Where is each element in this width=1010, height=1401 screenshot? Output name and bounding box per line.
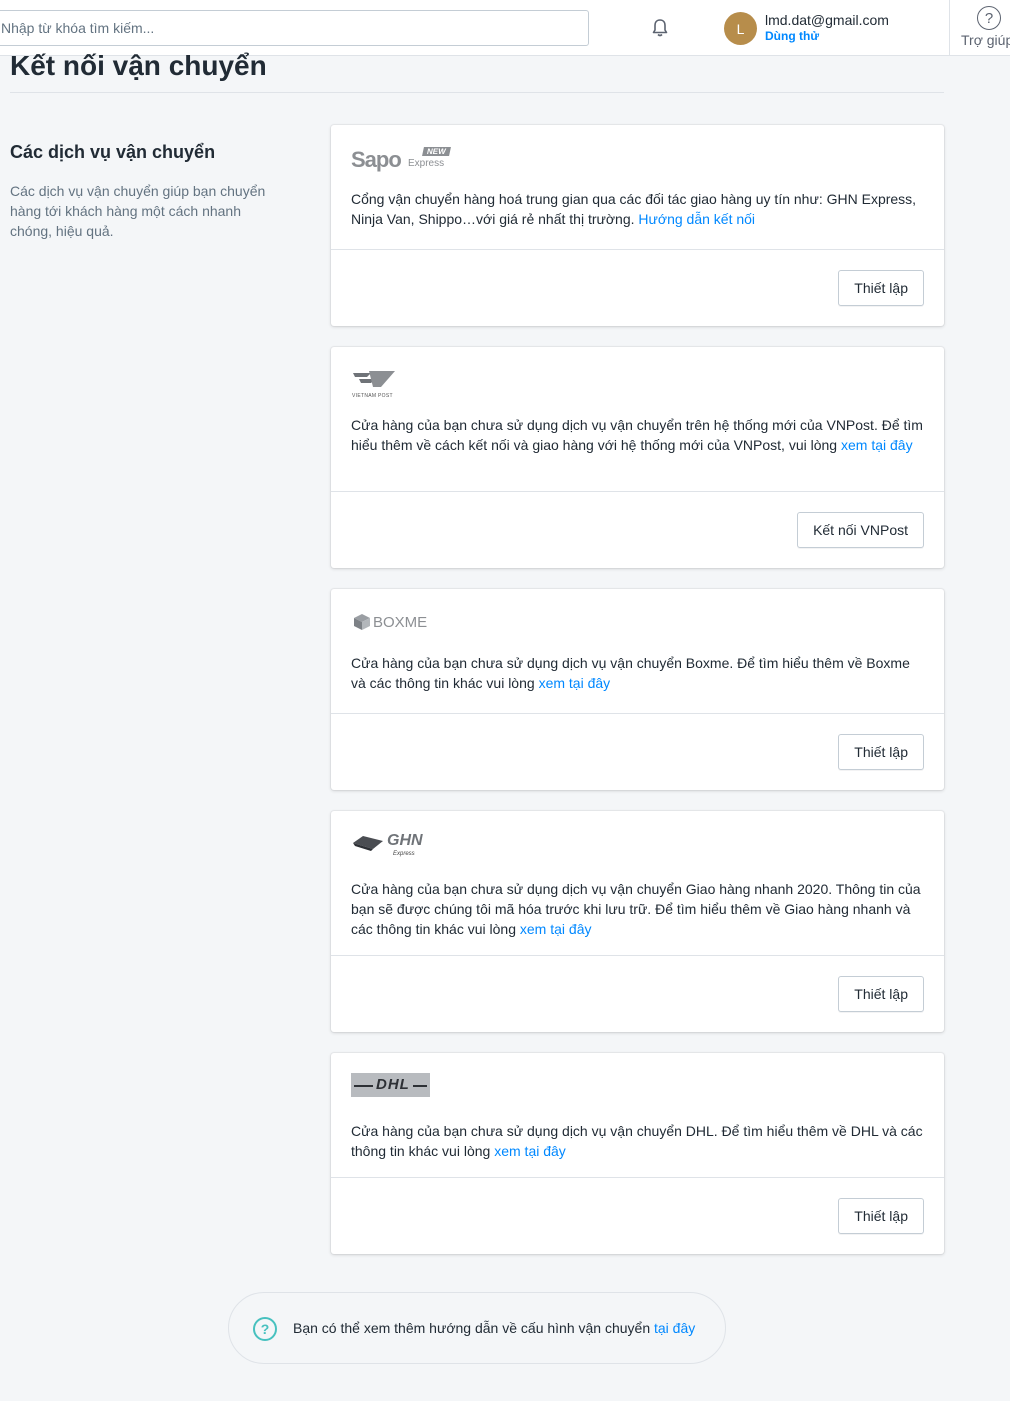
- sapo-logo-badge: NEW: [422, 147, 451, 156]
- search-input[interactable]: [0, 11, 588, 45]
- card-footer: Thiết lập: [331, 955, 944, 1032]
- card-footer: Thiết lập: [331, 249, 944, 326]
- carrier-card-dhl: DHL Cửa hàng của bạn chưa sử dụng dịch v…: [331, 1053, 944, 1254]
- carrier-description: Cổng vận chuyển hàng hoá trung gian qua …: [351, 191, 917, 227]
- sapo-express-logo: Sapo Express NEW: [351, 145, 924, 172]
- carrier-card-boxme: BOXME Cửa hàng của bạn chưa sử dụng dịch…: [331, 589, 944, 790]
- title-divider: [10, 92, 944, 93]
- see-here-link[interactable]: xem tại đây: [494, 1143, 566, 1159]
- sapo-logo-sub: Express: [408, 158, 445, 169]
- setup-button[interactable]: Thiết lập: [838, 270, 924, 306]
- ghn-logo-sub: Express: [393, 851, 415, 857]
- search-box[interactable]: [0, 10, 589, 46]
- carrier-description: Cửa hàng của bạn chưa sử dụng dịch vụ vậ…: [351, 1123, 923, 1159]
- boxme-box-icon: [354, 614, 370, 630]
- carrier-card-sapo-express: Sapo Express NEW Cổng vận chuyển hàng ho…: [331, 125, 944, 326]
- ghn-truck-icon: [353, 836, 383, 851]
- dhl-logo-text: DHL: [373, 1076, 413, 1093]
- connect-guide-link[interactable]: Hướng dẫn kết nối: [638, 211, 755, 227]
- carrier-description: Cửa hàng của bạn chưa sử dụng dịch vụ vậ…: [351, 655, 910, 691]
- card-footer: Kết nối VNPost: [331, 491, 944, 568]
- see-here-link[interactable]: xem tại đây: [539, 675, 611, 691]
- vietnam-post-logo-text: VIETNAM POST: [352, 393, 393, 399]
- boxme-logo-text: BOXME: [373, 614, 428, 631]
- setup-button[interactable]: Thiết lập: [838, 1198, 924, 1234]
- user-plan-badge: Dùng thử: [765, 29, 820, 43]
- shipping-help-banner: ? Bạn có thể xem thêm hướng dẫn về cấu h…: [228, 1292, 726, 1364]
- boxme-logo: BOXME: [351, 609, 924, 635]
- page-title: Kết nối vận chuyển: [10, 50, 267, 81]
- section-heading: Các dịch vụ vận chuyển: [10, 142, 216, 162]
- header-divider: [949, 0, 950, 56]
- help-button[interactable]: ? Trợ giúp: [955, 6, 1010, 52]
- question-circle-icon: ?: [977, 6, 1001, 30]
- setup-button[interactable]: Thiết lập: [838, 976, 924, 1012]
- avatar[interactable]: L: [724, 12, 757, 45]
- setup-button[interactable]: Thiết lập: [838, 734, 924, 770]
- ghn-logo: GHN Express: [351, 831, 924, 861]
- top-bar: L lmd.dat@gmail.com Dùng thử ? Trợ giúp: [0, 0, 1010, 56]
- sapo-logo-text: Sapo: [351, 147, 402, 172]
- help-banner-text: Bạn có thể xem thêm hướng dẫn về cấu hìn…: [293, 1320, 696, 1336]
- card-footer: Thiết lập: [331, 713, 944, 790]
- carrier-description: Cửa hàng của bạn chưa sử dụng dịch vụ vậ…: [351, 881, 921, 937]
- help-label: Trợ giúp: [961, 32, 1010, 48]
- bell-icon[interactable]: [648, 16, 672, 40]
- carrier-description: Cửa hàng của bạn chưa sử dụng dịch vụ vậ…: [351, 417, 923, 453]
- dhl-logo: DHL: [351, 1073, 924, 1099]
- question-circle-icon: ?: [253, 1317, 277, 1341]
- vietnam-post-emblem-icon: [353, 371, 395, 387]
- user-email[interactable]: lmd.dat@gmail.com: [765, 12, 889, 28]
- carrier-card-vnpost: VIETNAM POST Cửa hàng của bạn chưa sử dụ…: [331, 347, 944, 568]
- carrier-card-ghn: GHN Express Cửa hàng của bạn chưa sử dụn…: [331, 811, 944, 1032]
- help-here-link[interactable]: tại đây: [654, 1320, 695, 1336]
- see-here-link[interactable]: xem tại đây: [841, 437, 913, 453]
- ghn-logo-text: GHN: [387, 832, 423, 849]
- card-footer: Thiết lập: [331, 1177, 944, 1254]
- vietnam-post-logo: VIETNAM POST: [351, 367, 924, 399]
- see-here-link[interactable]: xem tại đây: [520, 921, 592, 937]
- section-description: Các dịch vụ vận chuyển giúp bạn chuyển h…: [10, 183, 266, 239]
- connect-vnpost-button[interactable]: Kết nối VNPost: [797, 512, 924, 548]
